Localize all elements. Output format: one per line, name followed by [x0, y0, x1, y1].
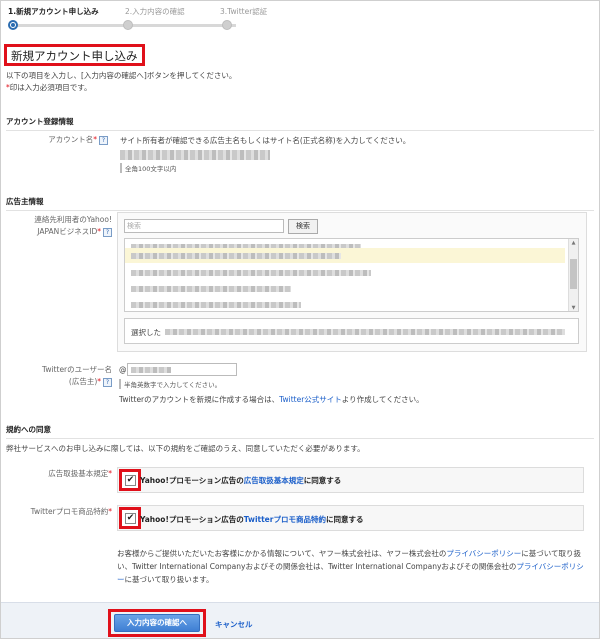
step-1-dot	[8, 20, 18, 30]
step-3-label: 3.Twitter認証	[220, 7, 268, 16]
intro-line-2: *印は入力必須項目です。	[6, 82, 236, 94]
ad-terms-checkbox[interactable]: ✔	[125, 475, 136, 486]
step-1-label: 1.新規アカウント申し込み	[8, 7, 99, 16]
step-2-dot	[123, 20, 133, 30]
twitter-username-label-line1: Twitterのユーザー名	[42, 365, 112, 374]
scroll-down-icon[interactable]: ▼	[570, 305, 577, 311]
form-footer	[1, 602, 599, 638]
twitter-terms-label: Twitterプロモ商品特約*	[10, 506, 112, 518]
terms-section-heading: 規約への同意	[6, 424, 594, 439]
twitter-terms-link[interactable]: Twitterプロモ商品特約	[244, 515, 326, 524]
twitter-terms-required-mark: *	[108, 507, 112, 516]
account-name-description: サイト所有者が確認できる広告主名もしくはサイト名(正式名称)を入力してください。	[120, 136, 411, 145]
intro-text: 以下の項目を入力し、[入力内容の確認へ]ボタンを押してください。 *印は入力必須…	[6, 70, 236, 94]
confirm-input-button[interactable]: 入力内容の確認へ	[114, 614, 200, 632]
list-item[interactable]	[125, 265, 565, 280]
help-icon[interactable]: ?	[103, 227, 112, 237]
at-prefix: @	[119, 365, 127, 374]
account-name-hint: 全角100文字以内	[120, 163, 176, 173]
account-name-label-text: アカウント名	[48, 135, 94, 144]
privacy-notice-text-3: に基づいて取り扱います。	[124, 575, 214, 584]
terms-intro: 弊社サービスへのお申し込みに際しては、以下の規約をご確認のうえ、同意していただく…	[6, 444, 365, 453]
account-section-heading: アカウント登録情報	[6, 116, 594, 131]
twitter-terms-agree-text: Yahoo!プロモーション広告のTwitterプロモ商品特約に同意する	[140, 514, 363, 525]
scroll-thumb[interactable]	[570, 259, 577, 289]
selected-prefix: 選択した	[131, 328, 161, 337]
contact-id-label-line1: 連絡先利用者のYahoo!	[34, 215, 112, 224]
ad-terms-checkbox-highlight: ✔	[119, 469, 141, 491]
twitter-terms-text-end: に同意する	[325, 515, 364, 524]
search-button[interactable]: 検索	[288, 219, 318, 234]
twitter-official-site-link[interactable]: Twitter公式サイト	[279, 395, 342, 404]
twitter-terms-checkbox[interactable]: ✔	[125, 513, 136, 524]
step-3-dot	[222, 20, 232, 30]
contact-id-label: 連絡先利用者のYahoo! JAPANビジネスID*?	[20, 214, 112, 238]
account-name-label: アカウント名*?	[40, 134, 108, 146]
ad-terms-text: Yahoo!プロモーション広告の	[140, 476, 244, 485]
help-icon[interactable]: ?	[103, 377, 112, 387]
ad-terms-link[interactable]: 広告取扱基本規定	[244, 476, 304, 485]
list-item[interactable]	[125, 297, 565, 311]
twitter-username-hint: 半角英数字で入力してください。	[119, 379, 221, 389]
ad-terms-label: 広告取扱基本規定*	[20, 468, 112, 480]
help-icon[interactable]: ?	[99, 135, 108, 145]
privacy-notice-text-1: お客様からご提供いただいたお客様にかかる情報について、ヤフー株式会社は、ヤフー株…	[117, 549, 447, 558]
twitter-note-text-end: より作成してください。	[341, 395, 424, 404]
account-name-input[interactable]	[120, 150, 270, 160]
search-input[interactable]: 検索	[124, 219, 284, 233]
list-item-selected[interactable]	[125, 248, 565, 263]
twitter-username-label: Twitterのユーザー名 (広告主)*?	[20, 364, 112, 388]
intro-line-1: 以下の項目を入力し、[入力内容の確認へ]ボタンを押してください。	[6, 71, 237, 80]
account-name-required-mark: *	[93, 135, 97, 144]
submit-button-highlight: 入力内容の確認へ	[108, 609, 206, 637]
twitter-username-input[interactable]	[127, 363, 237, 376]
twitter-note: Twitterのアカウントを新規に作成する場合は、Twitter公式サイトより作…	[119, 394, 424, 405]
ad-terms-text-end: に同意する	[303, 476, 342, 485]
twitter-username-label-line2: (広告主)	[68, 377, 98, 386]
ad-terms-required-mark: *	[108, 469, 112, 478]
selected-id-value	[165, 329, 565, 335]
yahoo-privacy-policy-link[interactable]: プライバシーポリシー	[446, 549, 521, 558]
step-2-label: 2.入力内容の確認	[125, 7, 185, 16]
twitter-username-required-mark: *	[97, 377, 101, 386]
ad-terms-agree-text: Yahoo!プロモーション広告の広告取扱基本規定に同意する	[140, 475, 341, 486]
list-scrollbar[interactable]: ▲ ▼	[568, 239, 578, 311]
twitter-terms-checkbox-highlight: ✔	[119, 507, 141, 529]
selected-id-box: 選択した	[124, 318, 579, 344]
contact-id-required-mark: *	[97, 227, 101, 236]
ad-terms-label-text: 広告取扱基本規定	[48, 469, 109, 478]
twitter-note-text: Twitterのアカウントを新規に作成する場合は、	[119, 395, 280, 404]
intro-line-2-text: 印は入力必須項目です。	[9, 83, 92, 92]
contact-id-label-line2: JAPANビジネスID	[37, 227, 98, 236]
list-item[interactable]	[125, 281, 565, 296]
twitter-terms-text: Yahoo!プロモーション広告の	[140, 515, 244, 524]
step-indicator: 1.新規アカウント申し込み 2.入力内容の確認 3.Twitter認証	[8, 6, 308, 30]
advertiser-section-heading: 広告主情報	[6, 196, 594, 211]
page-title: 新規アカウント申し込み	[4, 44, 145, 66]
twitter-terms-label-text: Twitterプロモ商品特約	[30, 507, 109, 516]
privacy-notice: お客様からご提供いただいたお客様にかかる情報について、ヤフー株式会社は、ヤフー株…	[117, 547, 587, 586]
cancel-link[interactable]: キャンセル	[215, 619, 253, 630]
business-id-list[interactable]: ▲ ▼	[124, 238, 579, 312]
scroll-up-icon[interactable]: ▲	[570, 240, 577, 247]
